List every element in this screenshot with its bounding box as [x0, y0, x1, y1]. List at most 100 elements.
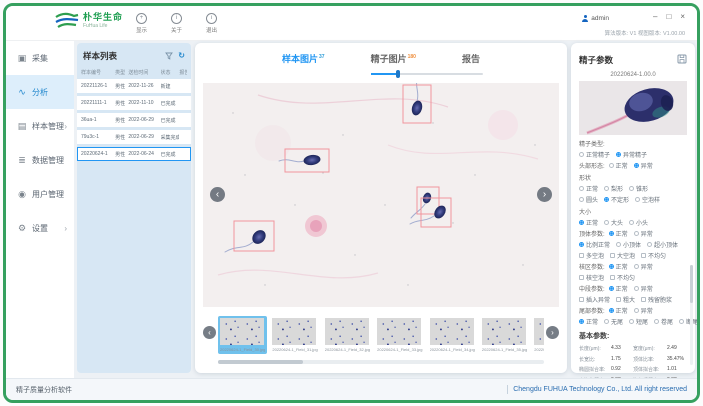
radio-option[interactable]: 小顶体: [616, 240, 641, 249]
exit-button[interactable]: ı退出: [206, 13, 217, 34]
sidebar-item-sample-mgmt[interactable]: ▤样本管理›: [6, 109, 74, 143]
radio-option[interactable]: 不定形: [604, 195, 629, 204]
table-row[interactable]: 36ua-1男性2022-06-29已完成: [77, 113, 191, 127]
thumbnails-scroll-left-button[interactable]: ‹: [203, 326, 216, 339]
radio-option[interactable]: 圆头: [579, 195, 598, 204]
sidebar-item-data-mgmt[interactable]: ≣数据管理: [6, 143, 74, 177]
thumbnail[interactable]: 20220624-1_Field_35.jpg: [480, 316, 529, 354]
radio-option[interactable]: 异常: [634, 284, 653, 293]
sidebar-item-analysis[interactable]: ∿分析: [6, 75, 74, 109]
maximize-button[interactable]: □: [666, 13, 671, 21]
sidebar-item-user-mgmt[interactable]: ◉用户管理: [6, 177, 74, 211]
option-label: 正常: [616, 262, 628, 271]
radio-option[interactable]: 大头: [604, 218, 623, 227]
radio-option[interactable]: 正常: [579, 317, 598, 326]
thumbnail[interactable]: 20220624-1_Field_30.jpg: [218, 316, 267, 354]
prev-field-button[interactable]: ‹: [210, 187, 225, 202]
sample-list-title: 样本列表: [83, 50, 160, 62]
panel-scrollbar-thumb[interactable]: [690, 265, 693, 303]
radio-option[interactable]: 超小顶体: [647, 240, 678, 249]
option-label: 异常: [641, 306, 653, 315]
zoom-slider-handle[interactable]: [396, 70, 400, 78]
radio-option[interactable]: 比例正常: [579, 240, 610, 249]
tab-report[interactable]: 报告: [462, 52, 480, 65]
checkbox-icon: [641, 297, 646, 302]
table-row[interactable]: 20221111-1男性2022-11-10已完成: [77, 96, 191, 110]
cell-sample-id: 20221126-1: [81, 83, 115, 89]
radio-icon: [609, 264, 614, 269]
thumbnails-scrollbar-thumb[interactable]: [218, 360, 303, 364]
microscope-image[interactable]: [203, 83, 559, 307]
save-icon[interactable]: [677, 51, 687, 69]
radio-option[interactable]: 卷尾: [654, 317, 673, 326]
about-button[interactable]: i关于: [171, 13, 182, 34]
thumbnail-filename: 20220624-1_Field_34.jpg: [430, 347, 475, 352]
table-row[interactable]: 79u3c-1男性2022-06-29采集完成: [77, 130, 191, 144]
param-value: 2.49: [667, 345, 687, 352]
sidebar-item-collect[interactable]: ▣采集: [6, 41, 74, 75]
option-label: 异常: [641, 262, 653, 271]
radio-option[interactable]: 正常: [579, 218, 598, 227]
thumbnail[interactable]: 20220624-1_Field_34.jpg: [428, 316, 477, 354]
checkbox-option[interactable]: 不均匀: [641, 251, 666, 260]
cell-time: 2022-06-24: [128, 151, 160, 157]
tab-sperm-images[interactable]: 精子图片180: [371, 52, 416, 65]
thumbnail[interactable]: 20220624-1_Field_36.jpg: [532, 316, 544, 354]
display-button[interactable]: +显示: [136, 13, 147, 34]
checkbox-option[interactable]: 插入异常: [579, 295, 610, 304]
display-icon: +: [136, 13, 147, 24]
thumbnails-scrollbar[interactable]: [218, 360, 544, 364]
thumbnail[interactable]: 20220624-1_Field_31.jpg: [270, 316, 319, 354]
radio-option[interactable]: 锥形: [629, 184, 648, 193]
radio-option[interactable]: 异常: [634, 306, 653, 315]
checkbox-option[interactable]: 残留胞浆: [641, 295, 672, 304]
checkbox-option[interactable]: 核空泡: [579, 273, 604, 282]
checkbox-option[interactable]: 不均匀: [610, 273, 635, 282]
checkbox-option[interactable]: 粗大: [616, 295, 635, 304]
radio-option[interactable]: 正常: [609, 306, 628, 315]
cell-type: 男性: [115, 151, 128, 158]
thumbnails-scroll-right-button[interactable]: ›: [546, 326, 559, 339]
radio-option[interactable]: 空泡样: [635, 195, 660, 204]
window-controls: – □ ×: [653, 13, 685, 21]
panel-scrollbar[interactable]: [690, 265, 693, 365]
cell-type: 男性: [115, 100, 128, 107]
next-field-button[interactable]: ›: [537, 187, 552, 202]
radio-option[interactable]: 正常: [579, 184, 598, 193]
param-value: 1.01: [667, 366, 687, 373]
refresh-icon[interactable]: ↻: [178, 52, 185, 60]
radio-option[interactable]: 小头: [629, 218, 648, 227]
radio-option[interactable]: 正常精子: [579, 150, 610, 159]
cell-status: 已完成: [161, 117, 180, 124]
user-account[interactable]: admin: [582, 15, 609, 22]
close-button[interactable]: ×: [680, 13, 685, 21]
radio-option[interactable]: 无尾: [604, 317, 623, 326]
sidebar-item-label: 设置: [32, 223, 48, 234]
radio-option[interactable]: 正常: [609, 284, 628, 293]
filter-icon[interactable]: [165, 52, 173, 60]
form-row: 比例正常小顶体超小顶体: [579, 240, 687, 249]
tab-sample-images[interactable]: 样本图片37: [282, 52, 325, 65]
radio-option[interactable]: 异常精子: [616, 150, 647, 159]
thumbnail[interactable]: 20220624-1_Field_33.jpg: [375, 316, 424, 354]
sidebar-item-settings[interactable]: ⚙设置›: [6, 211, 74, 245]
view-tabs: 样本图片37 精子图片180 报告: [195, 43, 567, 65]
radio-option[interactable]: 异常: [634, 262, 653, 271]
radio-option[interactable]: 正常: [609, 262, 628, 271]
radio-option[interactable]: 短尾: [629, 317, 648, 326]
zoom-slider[interactable]: [371, 73, 483, 75]
checkbox-option[interactable]: 多空泡: [579, 251, 604, 260]
radio-option[interactable]: 异常: [634, 229, 653, 238]
radio-option[interactable]: 断尾: [679, 317, 698, 326]
radio-option[interactable]: 正常: [609, 229, 628, 238]
table-row[interactable]: 20220624-1男性2022-06-24已完成: [77, 147, 191, 161]
radio-option[interactable]: 正常: [609, 161, 628, 170]
thumbnail[interactable]: 20220624-1_Field_32.jpg: [323, 316, 372, 354]
minimize-button[interactable]: –: [653, 13, 657, 21]
checkbox-option[interactable]: 大空泡: [610, 251, 635, 260]
radio-option[interactable]: 梨形: [604, 184, 623, 193]
table-row[interactable]: 20221126-1男性2022-11-26新建: [77, 79, 191, 93]
checkbox-icon: [579, 253, 584, 258]
radio-option[interactable]: 异常: [634, 161, 653, 170]
form-row-label: 顶体参数:: [579, 229, 605, 238]
